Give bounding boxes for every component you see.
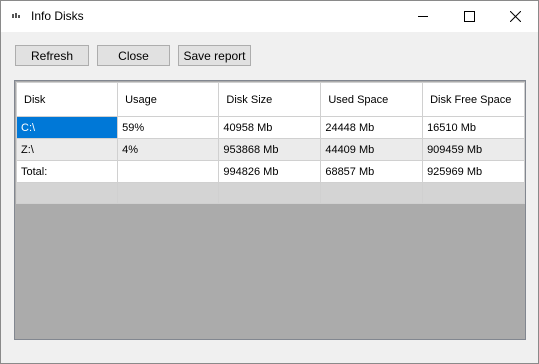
table-cell[interactable]: [15, 182, 119, 204]
info-disks-window: Info Disks Refresh Close Save report Dis…: [0, 0, 539, 364]
table-cell[interactable]: 925969 Mb: [422, 160, 525, 183]
table-cell[interactable]: 59%: [117, 116, 220, 139]
column-header-usage[interactable]: Usage: [117, 82, 220, 117]
close-icon: [509, 11, 521, 22]
table-cell[interactable]: [117, 182, 220, 204]
column-header-used-space[interactable]: Used Space: [320, 82, 424, 117]
table-cell[interactable]: [320, 182, 424, 204]
column-header-disk-free-space[interactable]: Disk Free Space: [422, 82, 525, 117]
close-window-button[interactable]: [492, 1, 538, 32]
table-cell[interactable]: 40958 Mb: [218, 116, 322, 139]
save-report-button[interactable]: Save report: [178, 45, 251, 66]
column-header-disk-size[interactable]: Disk Size: [218, 82, 322, 117]
close-button[interactable]: Close: [97, 45, 170, 66]
table-cell[interactable]: [117, 160, 220, 183]
table-cell[interactable]: C:\: [15, 116, 119, 139]
maximize-icon: [463, 11, 475, 22]
table-cell[interactable]: 16510 Mb: [422, 116, 525, 139]
minimize-icon: [417, 16, 428, 17]
title-bar[interactable]: Info Disks: [1, 1, 538, 32]
new-row[interactable]: [15, 182, 525, 204]
table-cell[interactable]: [422, 182, 525, 204]
disks-grid[interactable]: Disk Usage Disk Size Used Space Disk Fre…: [14, 80, 526, 340]
column-header-disk[interactable]: Disk: [15, 82, 119, 117]
table-cell[interactable]: 953868 Mb: [218, 138, 322, 161]
table-cell[interactable]: 44409 Mb: [320, 138, 424, 161]
table-row[interactable]: Z:\ 4% 953868 Mb 44409 Mb 909459 Mb: [15, 138, 525, 161]
header-row: Disk Usage Disk Size Used Space Disk Fre…: [15, 82, 525, 117]
table-cell[interactable]: Total:: [15, 160, 119, 183]
app-icon: [12, 13, 20, 18]
table-cell[interactable]: 909459 Mb: [422, 138, 525, 161]
minimize-button[interactable]: [400, 1, 446, 32]
refresh-button[interactable]: Refresh: [15, 45, 89, 66]
window-title: Info Disks: [31, 9, 84, 23]
table-cell[interactable]: 24448 Mb: [320, 116, 424, 139]
table-cell[interactable]: Z:\: [15, 138, 119, 161]
table-row[interactable]: C:\ 59% 40958 Mb 24448 Mb 16510 Mb: [15, 116, 525, 139]
table-cell[interactable]: 4%: [117, 138, 220, 161]
table-row[interactable]: Total: 994826 Mb 68857 Mb 925969 Mb: [15, 160, 525, 183]
maximize-button[interactable]: [446, 1, 492, 32]
disks-table: Disk Usage Disk Size Used Space Disk Fre…: [15, 82, 525, 204]
table-cell[interactable]: 994826 Mb: [218, 160, 322, 183]
table-cell[interactable]: 68857 Mb: [320, 160, 424, 183]
table-cell[interactable]: [218, 182, 322, 204]
